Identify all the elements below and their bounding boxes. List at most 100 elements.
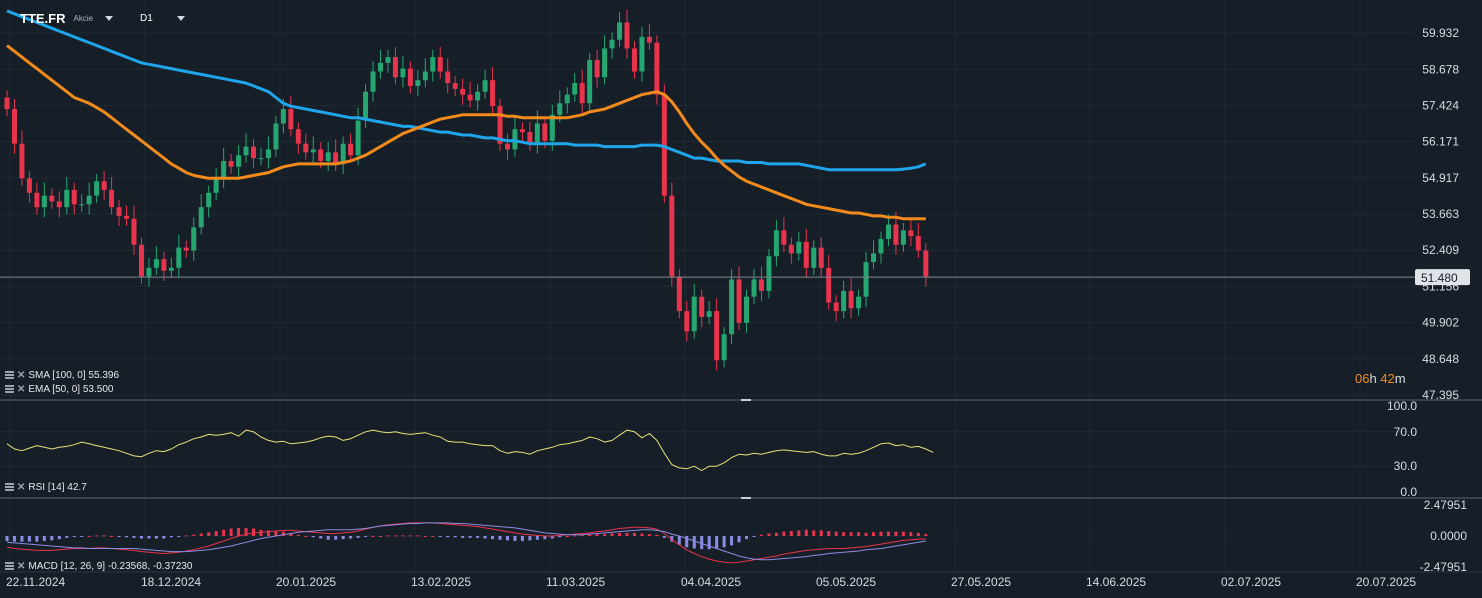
chart-canvas[interactable]: 59.932 58.678 57.424 56.171 54.917 53.663 52.4… [0, 0, 1482, 598]
candle [579, 83, 585, 104]
candle [542, 123, 548, 141]
close-icon[interactable]: ✕ [17, 384, 25, 395]
candle [280, 109, 286, 124]
macd-histogram-bar [625, 532, 629, 536]
candle [602, 48, 608, 78]
candle [856, 296, 862, 309]
candle [213, 178, 219, 193]
candle [19, 143, 25, 179]
candle [900, 230, 906, 245]
macd-histogram-bar [438, 536, 442, 537]
macd-histogram-bar [229, 528, 233, 536]
menu-icon[interactable] [5, 483, 14, 491]
macd-histogram-bar [872, 532, 876, 536]
macd-histogram-bar [752, 536, 756, 537]
candle [841, 290, 847, 312]
candle [415, 80, 421, 86]
macd-histogram-bar [700, 536, 704, 550]
price-tick-label: 54.917 [1422, 171, 1459, 185]
sma-legend-label: SMA [100, 0] 55.396 [28, 369, 120, 381]
time-tick-label: 22.11.2024 [6, 575, 65, 589]
time-tick-label: 13.02.2025 [411, 575, 471, 589]
macd-histogram-bar [393, 535, 397, 537]
macd-histogram-bar [27, 536, 31, 542]
rsi-legend[interactable]: ✕ RSI [14] 42.7 [5, 481, 87, 493]
timeframe-selector[interactable]: D1 [140, 8, 185, 28]
macd-histogram-bar [446, 536, 450, 538]
macd-histogram-bar [259, 529, 263, 536]
countdown-minutes: 42 [1380, 371, 1395, 386]
candle [101, 181, 107, 190]
menu-icon[interactable] [5, 371, 14, 379]
macd-histogram-bar [379, 536, 382, 537]
candle [714, 311, 720, 361]
candle [131, 218, 137, 245]
rsi-tick-label: 0.0 [1400, 485, 1417, 499]
macd-histogram-bar [35, 536, 39, 542]
macd-histogram-bar [147, 536, 151, 539]
candle [811, 247, 817, 268]
symbol-selector[interactable]: TTE.FR Akcie [20, 8, 114, 28]
candle [49, 195, 55, 202]
price-tick-label: 56.171 [1422, 135, 1459, 149]
candle [893, 224, 899, 245]
candle [71, 189, 77, 205]
symbol-label: TTE.FR [20, 10, 66, 26]
close-icon[interactable]: ✕ [17, 561, 25, 572]
candle [183, 247, 189, 251]
macd-histogram-bar [774, 532, 778, 536]
candle [221, 161, 227, 179]
pane-resize-handle[interactable] [741, 497, 751, 499]
pane-resize-handle[interactable] [741, 399, 751, 401]
close-icon[interactable]: ✕ [17, 370, 25, 381]
price-tick-label: 52.409 [1422, 243, 1459, 257]
candle [41, 195, 47, 208]
macd-histogram-bar [759, 534, 763, 536]
candle [617, 22, 623, 40]
macd-histogram-bar [371, 536, 375, 537]
candle [557, 103, 563, 115]
macd-histogram-bar [207, 532, 211, 536]
menu-icon[interactable] [5, 385, 14, 393]
close-icon[interactable]: ✕ [17, 482, 25, 493]
candle [691, 296, 697, 332]
macd-histogram-bar [401, 535, 405, 537]
menu-icon[interactable] [5, 562, 14, 570]
candle [258, 158, 264, 160]
macd-histogram-bar [894, 531, 898, 536]
macd-histogram-bar [797, 530, 801, 536]
sma-legend[interactable]: ✕ SMA [100, 0] 55.396 [5, 369, 119, 381]
candle [56, 201, 62, 208]
ema-legend-label: EMA [50, 0] 53.500 [28, 383, 114, 395]
candle [758, 279, 764, 291]
macd-histogram-bar [535, 536, 539, 540]
macd-histogram-bar [154, 536, 158, 539]
candle [422, 71, 428, 81]
ema-legend[interactable]: ✕ EMA [50, 0] 53.500 [5, 383, 113, 395]
rsi-tick-label: 70.0 [1394, 425, 1418, 439]
candle [766, 256, 772, 291]
time-tick-label: 18.12.2024 [141, 575, 201, 589]
candle [295, 129, 301, 144]
candle [833, 302, 839, 312]
candle [355, 120, 361, 156]
candle [303, 143, 309, 153]
macd-histogram-bar [296, 534, 300, 536]
macd-histogram-bar [864, 532, 868, 536]
candle [467, 94, 473, 101]
countdown-hours: 06 [1355, 371, 1370, 386]
macd-histogram-bar [192, 534, 196, 536]
macd-histogram-bar [647, 534, 651, 536]
macd-histogram-bar [662, 536, 666, 538]
candle [94, 181, 100, 196]
candle [744, 296, 750, 323]
macd-histogram-bar [42, 536, 46, 542]
macd-legend[interactable]: ✕ MACD [12, 26, 9] -0.23568, -0.37230 [5, 560, 192, 572]
bar-countdown: 06h 42m [1355, 371, 1406, 386]
timeframe-label: D1 [140, 12, 153, 24]
candle [445, 71, 451, 84]
candle [818, 247, 824, 268]
macd-histogram-bar [886, 531, 890, 536]
candle [243, 146, 249, 156]
candle [594, 59, 600, 78]
